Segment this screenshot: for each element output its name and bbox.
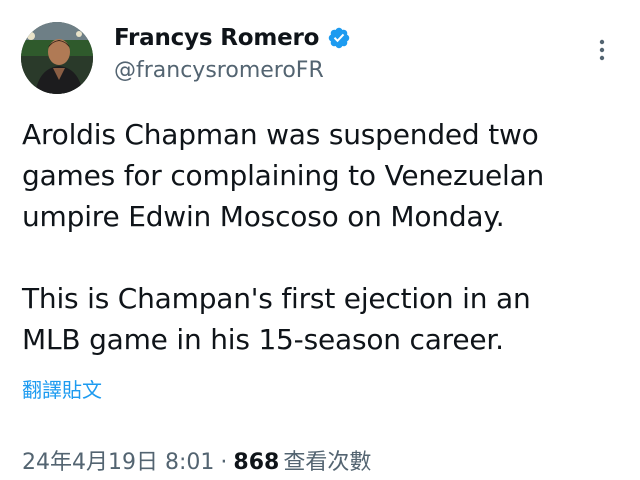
views-count: 868: [233, 450, 280, 475]
views-label: 查看次數: [283, 450, 372, 475]
verified-badge-icon: [328, 27, 350, 49]
tweet-card: Francys Romero @francysromeroFR Aroldis …: [0, 0, 640, 480]
tweet-meta: 24年4月19日 8:01 · 868 查看次數: [22, 444, 371, 476]
translate-post-link[interactable]: 翻譯貼文: [22, 374, 102, 403]
author-name-row: Francys Romero: [114, 25, 351, 51]
meta-separator: ·: [220, 450, 228, 475]
author-handle[interactable]: @francysromeroFR: [114, 58, 324, 83]
avatar[interactable]: [21, 22, 93, 94]
avatar-photo: [21, 22, 93, 94]
tweet-timestamp[interactable]: 24年4月19日 8:01: [22, 444, 214, 476]
tweet-paragraph: This is Champan's first ejection in an M…: [22, 282, 531, 356]
author-display-name[interactable]: Francys Romero: [114, 25, 319, 51]
tweet-text: Aroldis Chapman was suspended two games …: [22, 114, 622, 360]
tweet-paragraph: Aroldis Chapman was suspended two games …: [22, 118, 545, 233]
more-options-button[interactable]: [588, 32, 616, 68]
more-vertical-icon: [599, 39, 605, 61]
